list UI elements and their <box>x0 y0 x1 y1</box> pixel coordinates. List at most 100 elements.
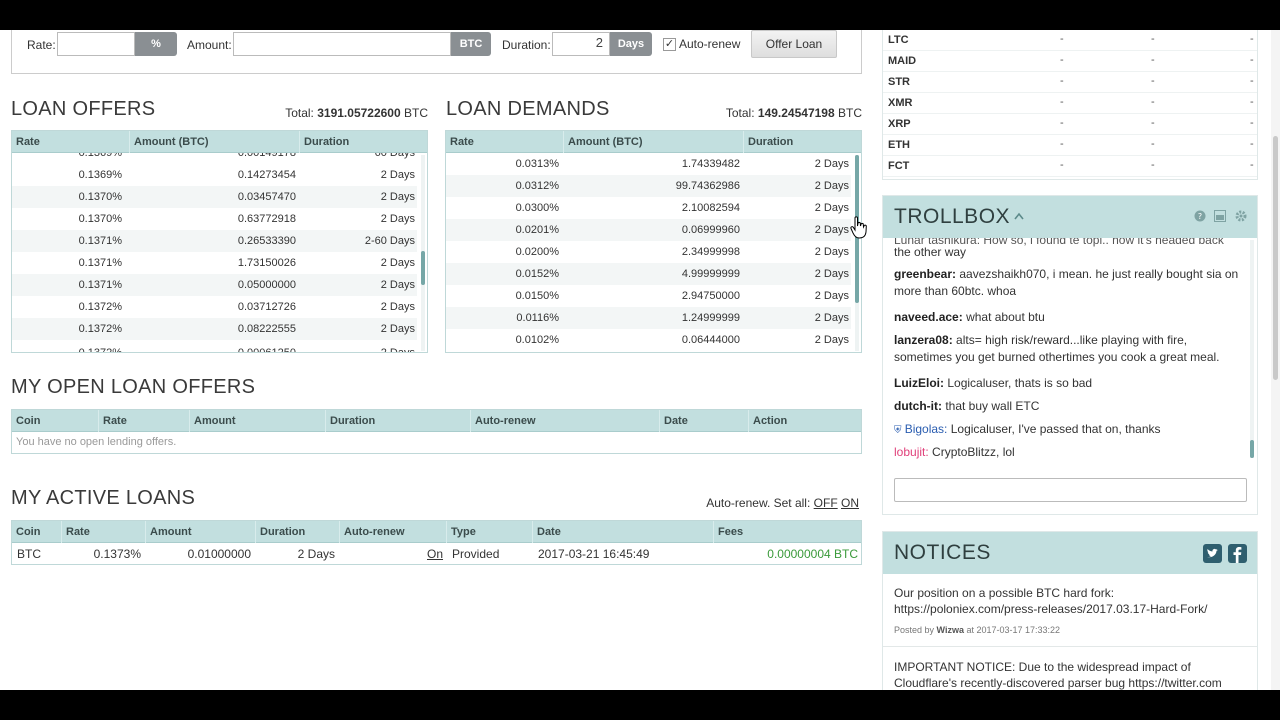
coin-name: XMR <box>888 97 913 109</box>
table-row[interactable]: 0.1372% 0.00061250 2 Days <box>12 342 417 352</box>
table-row[interactable]: 0.1370% 0.63772918 2 Days <box>12 208 417 230</box>
table-row[interactable]: 0.0116% 1.24999999 2 Days <box>446 307 851 329</box>
col-fees[interactable]: Fees <box>714 521 861 543</box>
duration-input[interactable]: 2 <box>552 32 610 56</box>
autorenew-checkbox[interactable]: ✓ <box>663 38 676 51</box>
col-autorenew[interactable]: Auto-renew <box>340 521 447 543</box>
col-type[interactable]: Type <box>447 521 533 543</box>
col-amount[interactable]: Amount <box>146 521 256 543</box>
col-amount[interactable]: Amount <box>190 410 326 432</box>
chat-scroll-track[interactable] <box>1250 240 1254 458</box>
help-icon[interactable]: ? <box>1194 210 1206 222</box>
popout-icon[interactable] <box>1214 210 1226 222</box>
offer-loan-button[interactable]: Offer Loan <box>751 30 837 58</box>
notices-panel: NOTICES Our position on a possible BTC h… <box>882 531 1258 690</box>
rate-cell: 0.1370% <box>78 191 122 203</box>
rate-cell: 0.1369% <box>78 153 122 159</box>
table-row[interactable]: BTC 0.1373% 0.01000000 2 Days On Provide… <box>12 543 861 564</box>
facebook-icon[interactable] <box>1228 544 1247 563</box>
table-row[interactable]: 0.1371% 0.26533390 2-60 Days <box>12 230 417 252</box>
chat-username[interactable]: lobujit: <box>894 445 929 459</box>
table-row[interactable]: 0.1369% 0.00149178 60 Days <box>12 153 417 164</box>
coin-row[interactable]: FCT - - - <box>883 156 1257 177</box>
notice-item-text: Our position on a possible BTC hard fork… <box>894 586 1208 616</box>
autorenew-off-link[interactable]: OFF <box>814 496 838 510</box>
trollbox-messages: Lunar tashikura: How so, i found te topi… <box>883 238 1257 460</box>
table-row[interactable]: 0.1372% 0.03712726 2 Days <box>12 296 417 318</box>
col-duration[interactable]: Duration <box>326 410 471 432</box>
col-duration[interactable]: Duration <box>300 131 427 153</box>
chat-username[interactable]: dutch-it: <box>894 399 942 413</box>
col-duration[interactable]: Duration <box>744 131 861 153</box>
coin-row[interactable]: XRP - - - <box>883 114 1257 135</box>
chat-username[interactable]: Bigolas: <box>905 422 948 436</box>
table-row[interactable]: 0.0152% 4.99999999 2 Days <box>446 263 851 285</box>
col-rate[interactable]: Rate <box>12 131 130 153</box>
autorenew-toggle-link[interactable]: On <box>427 543 443 564</box>
table-row[interactable]: 0.0312% 99.74362986 2 Days <box>446 175 851 197</box>
coin-value: - <box>1250 159 1254 171</box>
col-rate[interactable]: Rate <box>446 131 564 153</box>
duration-cell: 2 Days <box>814 202 849 214</box>
table-row[interactable]: 0.1371% 0.05000000 2 Days <box>12 274 417 296</box>
autorenew-on-link[interactable]: ON <box>841 496 859 510</box>
offers-scroll-thumb[interactable] <box>421 251 425 285</box>
coin-value: - <box>1060 33 1064 45</box>
col-rate[interactable]: Rate <box>62 521 146 543</box>
table-row[interactable]: 0.1372% 0.08222555 2 Days <box>12 318 417 340</box>
table-row[interactable]: 0.0313% 1.74339482 2 Days <box>446 153 851 175</box>
chat-input[interactable] <box>894 478 1247 502</box>
chat-message: dutch-it: that buy wall ETC <box>894 398 1247 415</box>
trollbox-header: TROLLBOX ? <box>883 196 1257 238</box>
chat-text: Logicaluser, I've passed that on, thanks <box>950 422 1161 436</box>
coin-value: - <box>1060 117 1064 129</box>
page-scroll-thumb[interactable] <box>1273 136 1278 380</box>
coin-value: - <box>1060 54 1064 66</box>
duration-cell: 2 Days <box>814 334 849 346</box>
rate-input[interactable] <box>57 32 135 56</box>
page-scrollbar[interactable] <box>1271 30 1280 690</box>
gear-icon[interactable] <box>1235 210 1247 222</box>
chat-message: greenbear: aavezshaikh070, i mean. he ju… <box>894 266 1247 300</box>
table-row[interactable]: 0.1371% 1.73150026 2 Days <box>12 252 417 274</box>
col-rate[interactable]: Rate <box>99 410 190 432</box>
col-duration[interactable]: Duration <box>256 521 340 543</box>
col-action[interactable]: Action <box>749 410 861 432</box>
coin-value: - <box>1250 54 1254 66</box>
col-date[interactable]: Date <box>533 521 714 543</box>
chat-username[interactable]: greenbear: <box>894 267 956 281</box>
coin-row[interactable]: STR - - - <box>883 72 1257 93</box>
coin-row[interactable]: ETH - - - <box>883 135 1257 156</box>
col-autorenew[interactable]: Auto-renew <box>471 410 660 432</box>
notice-posted-by: Posted by Wizwa at 2017-03-17 17:33:22 <box>894 625 1060 635</box>
coin-row[interactable]: XMR - - - <box>883 93 1257 114</box>
col-amount[interactable]: Amount (BTC) <box>130 131 300 153</box>
table-row[interactable]: 0.0201% 0.06999960 2 Days <box>446 219 851 241</box>
amount-input[interactable] <box>233 32 451 56</box>
col-coin[interactable]: Coin <box>12 410 99 432</box>
collapse-caret-icon[interactable] <box>1014 212 1024 220</box>
chat-scroll-thumb[interactable] <box>1250 440 1254 458</box>
amount-cell: 0.26533390 <box>237 235 296 247</box>
table-row[interactable]: 0.0150% 2.94750000 2 Days <box>446 285 851 307</box>
table-row[interactable]: 0.1369% 0.14273454 2 Days <box>12 164 417 186</box>
chat-username[interactable]: lanzera08: <box>894 333 953 347</box>
coin-row[interactable]: LTC - - - <box>883 30 1257 51</box>
coin-row[interactable]: MAID - - - <box>883 51 1257 72</box>
amount-cell: 0.00149178 <box>237 153 296 159</box>
twitter-icon[interactable] <box>1203 544 1222 563</box>
table-row[interactable]: 0.0102% 0.06444000 2 Days <box>446 329 851 351</box>
rate-cell: 0.1372% <box>78 301 122 313</box>
table-row[interactable]: 0.1370% 0.03457470 2 Days <box>12 186 417 208</box>
table-row[interactable]: 0.0200% 2.34999998 2 Days <box>446 241 851 263</box>
rate-label: Rate: <box>27 38 56 52</box>
col-date[interactable]: Date <box>660 410 749 432</box>
autorenew-set-all: Auto-renew. Set all: OFF ON <box>660 496 859 510</box>
chat-username[interactable]: LuizEloi: <box>894 376 944 390</box>
duration-cell: 2 Days <box>814 180 849 192</box>
chat-username[interactable]: naveed.ace: <box>894 310 963 324</box>
col-coin[interactable]: Coin <box>12 521 62 543</box>
duration-cell: 2 Days <box>380 257 415 269</box>
col-amount[interactable]: Amount (BTC) <box>564 131 744 153</box>
table-row[interactable]: 0.0300% 2.10082594 2 Days <box>446 197 851 219</box>
